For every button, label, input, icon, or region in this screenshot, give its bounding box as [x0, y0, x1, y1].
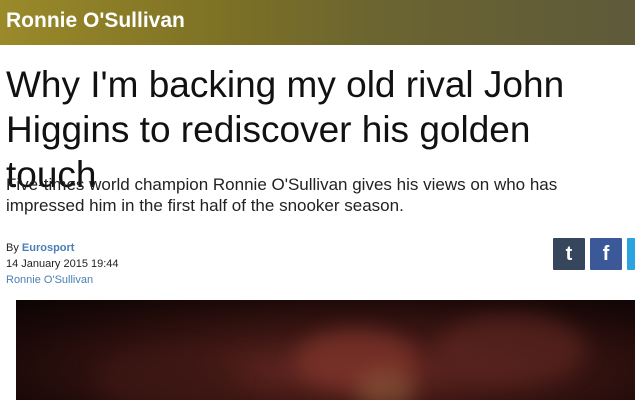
author-link[interactable]: Eurosport [22, 242, 75, 254]
section-header-bar: Ronnie O'Sullivan [0, 0, 635, 45]
section-title[interactable]: Ronnie O'Sullivan [6, 9, 185, 33]
hero-image [16, 300, 635, 400]
publish-date: 14 January 2015 19:44 [6, 258, 119, 270]
article-standfirst: Five-times world champion Ronnie O'Sulli… [6, 175, 558, 215]
hero-image-highlight [436, 315, 586, 385]
article-meta: By Eurosport 14 January 2015 19:44 Ronni… [6, 240, 119, 288]
tag-link[interactable]: Ronnie O'Sullivan [6, 272, 119, 288]
hero-image-highlight [96, 350, 236, 400]
byline-prefix: By [6, 242, 19, 254]
byline: By Eurosport [6, 240, 119, 256]
facebook-share-button[interactable]: f [590, 238, 622, 270]
facebook-icon: f [602, 242, 610, 265]
tumblr-icon: t [565, 242, 573, 265]
twitter-share-button[interactable] [627, 238, 635, 270]
tumblr-share-button[interactable]: t [553, 238, 585, 270]
